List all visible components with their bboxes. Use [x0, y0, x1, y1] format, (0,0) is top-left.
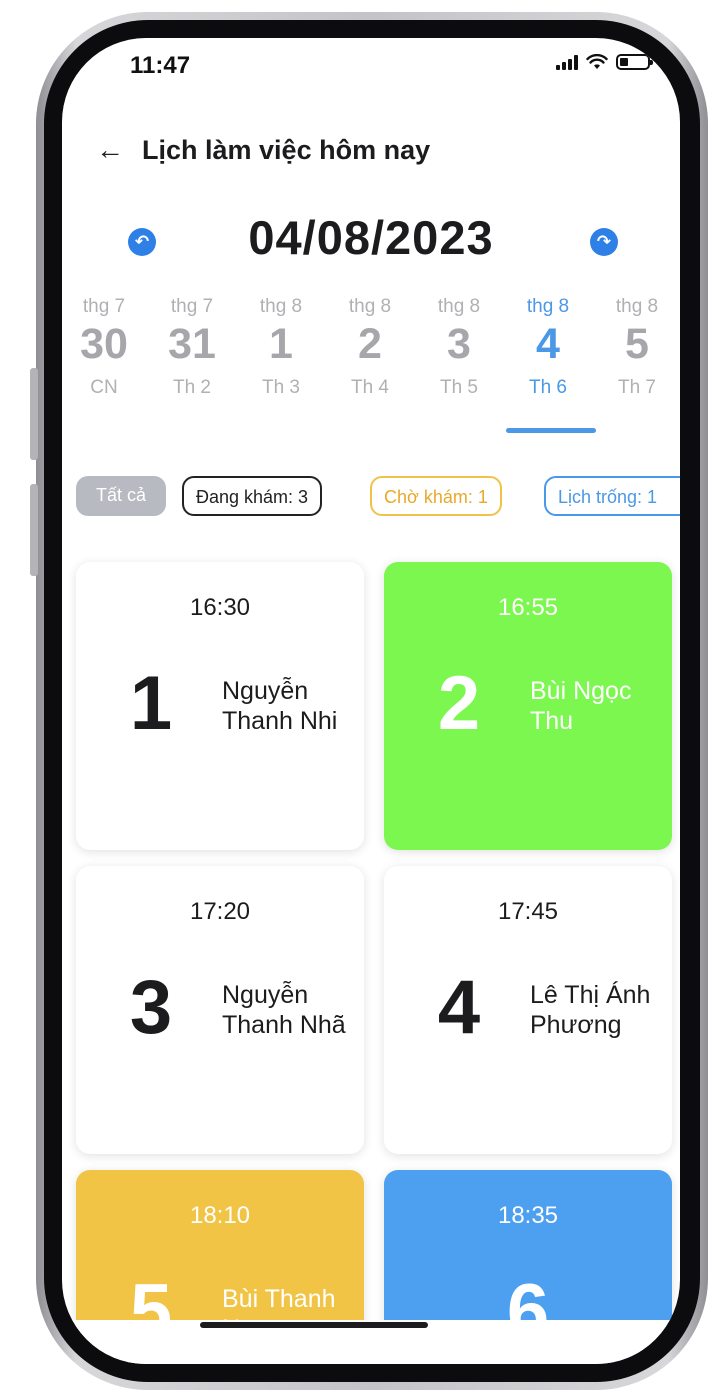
day-strip: thg 7 30 CN thg 7 31 Th 2 thg 8 1 Th 3 thg 8 2 Th 4… — [62, 296, 680, 446]
filter-chips: Tất cả Đang khám: 3 Chờ khám: 1 Lịch trố… — [76, 476, 680, 518]
filter-all-chip[interactable]: Tất cả — [76, 476, 166, 516]
day-weekday: Th 4 — [350, 377, 390, 398]
day-month: thg 8 — [615, 296, 659, 317]
appointment-number: 4 — [437, 965, 481, 1050]
day-month: thg 8 — [437, 296, 481, 317]
appointment-card[interactable]: 17:20 3 Nguyễn Thanh Nhã — [76, 866, 364, 1154]
day-weekday: Th 6 — [528, 377, 568, 398]
appointment-grid: 16:30 1 Nguyễn Thanh Nhi 16:55 2 Bùi Ngọc Thu… — [62, 542, 680, 1364]
appointment-time: 16:30 — [189, 594, 251, 621]
appointment-card[interactable]: 17:45 4 Lê Thị Ánh Phương — [384, 866, 672, 1154]
patient-name: Nguyễn Thanh Nhi — [222, 677, 338, 735]
day-month: thg 7 — [82, 296, 126, 317]
day-item[interactable]: thg 8 3 Th 5 — [417, 296, 501, 399]
day-item[interactable]: thg 8 5 Th 7 — [595, 296, 679, 399]
status-icons — [556, 54, 653, 70]
appointment-number: 1 — [129, 661, 173, 746]
patient-name: Nguyễn Thanh Nhã — [222, 981, 346, 1039]
filter-in-exam-chip[interactable]: Đang khám: 3 — [182, 476, 323, 516]
day-number: 4 — [536, 320, 560, 368]
appointment-card[interactable]: 16:30 1 Nguyễn Thanh Nhi — [76, 562, 364, 850]
filter-waiting-chip[interactable]: Chờ khám: 1 — [370, 476, 502, 516]
day-weekday: Th 2 — [172, 377, 212, 398]
day-month: thg 8 — [259, 296, 303, 317]
day-month: thg 8 — [348, 296, 392, 317]
wifi-icon — [586, 54, 608, 69]
appointment-card[interactable]: 16:55 2 Bùi Ngọc Thu — [384, 562, 672, 850]
volume-down-button — [30, 484, 38, 576]
patient-name: Lê Thị Ánh Phương — [530, 981, 651, 1039]
appointment-number: 2 — [437, 661, 481, 746]
day-item[interactable]: thg 8 4 Th 6 — [506, 296, 590, 399]
date-navigator: ↶ 04/08/2023 ↷ — [62, 210, 680, 270]
current-date: 04/08/2023 — [248, 211, 494, 264]
active-day-indicator — [506, 428, 596, 433]
appointment-time: 16:55 — [497, 594, 559, 621]
rotate-right-icon[interactable]: ↷ — [590, 228, 618, 256]
day-item[interactable]: thg 8 1 Th 3 — [239, 296, 323, 399]
signal-icon — [556, 54, 578, 70]
day-item[interactable]: thg 7 30 CN — [62, 296, 146, 399]
day-number: 31 — [168, 320, 216, 368]
appointment-number: 3 — [129, 965, 173, 1050]
appointment-time: 17:45 — [497, 898, 559, 925]
day-number: 5 — [625, 320, 649, 368]
day-number: 30 — [80, 320, 128, 368]
day-weekday: Th 3 — [261, 377, 301, 398]
appointment-time: 18:10 — [189, 1202, 251, 1229]
day-month: thg 8 — [526, 296, 570, 317]
patient-name: Bùi Ngọc Thu — [530, 677, 632, 735]
day-item[interactable]: thg 8 2 Th 4 — [328, 296, 412, 399]
page-title: Lịch làm việc hôm nay — [142, 134, 431, 165]
day-number: 3 — [447, 320, 471, 368]
day-weekday: CN — [90, 377, 118, 398]
appointment-time: 18:35 — [497, 1202, 559, 1229]
day-number: 1 — [269, 320, 293, 368]
app-header: ← Lịch làm việc hôm nay — [96, 134, 430, 166]
day-weekday: Th 7 — [617, 377, 657, 398]
day-number: 2 — [358, 320, 382, 368]
day-item[interactable]: thg 7 31 Th 2 — [150, 296, 234, 399]
status-time: 11:47 — [130, 52, 191, 79]
day-weekday: Th 5 — [439, 377, 479, 398]
appointment-time: 17:20 — [189, 898, 251, 925]
app-screen: 11:47 ← Lịch làm việc hôm nay ↶ 04/08/20… — [62, 38, 680, 1364]
filter-free-chip[interactable]: Lịch trống: 1 — [544, 476, 680, 516]
arrow-left-icon[interactable]: ← — [96, 134, 126, 166]
day-month: thg 7 — [170, 296, 214, 317]
home-indicator — [200, 1322, 428, 1328]
volume-up-button — [30, 368, 38, 460]
battery-icon — [616, 54, 653, 70]
